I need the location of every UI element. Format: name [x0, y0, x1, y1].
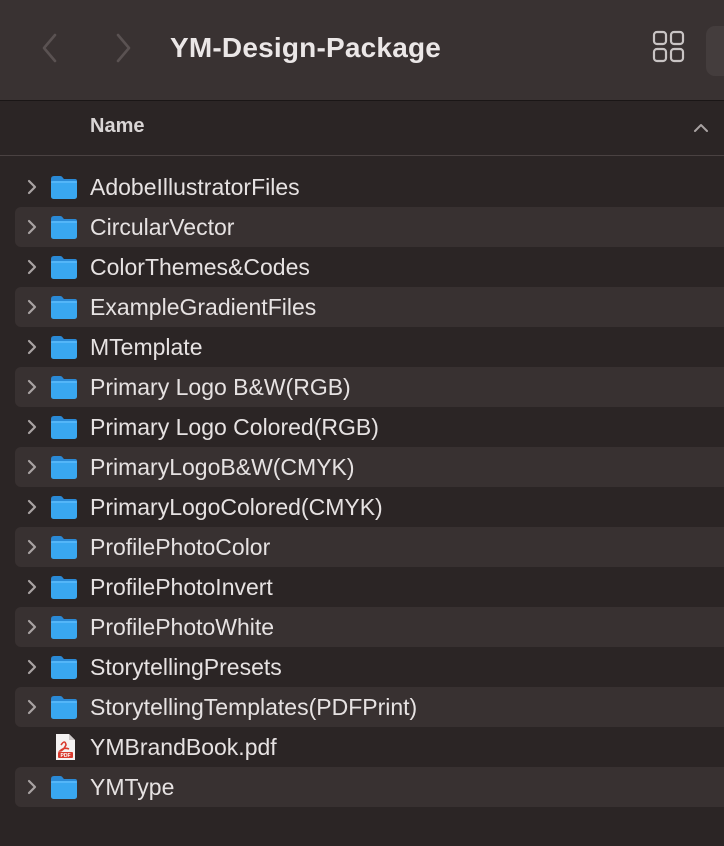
folder-name: YMType — [90, 774, 175, 800]
disclosure-chevron-icon[interactable] — [25, 177, 39, 197]
chevron-up-icon — [694, 124, 708, 132]
file-name: YMBrandBook.pdf — [90, 734, 277, 760]
folder-icon — [49, 253, 79, 281]
disclosure-chevron-icon[interactable] — [25, 417, 39, 437]
folder-icon — [49, 413, 79, 441]
finder-window: YM-Design-Package Name AdobeIllustratorF… — [0, 0, 724, 846]
folder-icon — [49, 773, 79, 801]
folder-row[interactable]: YMType — [15, 767, 724, 807]
disclosure-chevron-icon[interactable] — [25, 537, 39, 557]
file-row[interactable]: PDF YMBrandBook.pdf — [15, 727, 724, 767]
folder-name: Primary Logo B&W(RGB) — [90, 374, 351, 400]
chevron-right-icon — [116, 33, 131, 63]
folder-icon — [49, 293, 79, 321]
folder-name: PrimaryLogoColored(CMYK) — [90, 494, 383, 520]
folder-row[interactable]: ProfilePhotoInvert — [15, 567, 724, 607]
sort-ascending-button[interactable] — [692, 121, 710, 135]
disclosure-chevron-icon[interactable] — [25, 257, 39, 277]
folder-row[interactable]: PrimaryLogoColored(CMYK) — [15, 487, 724, 527]
folder-icon — [49, 213, 79, 241]
disclosure-chevron-icon[interactable] — [25, 657, 39, 677]
back-button[interactable] — [32, 28, 68, 68]
folder-row[interactable]: Primary Logo B&W(RGB) — [15, 367, 724, 407]
folder-name: PrimaryLogoB&W(CMYK) — [90, 454, 355, 480]
folder-name: ProfilePhotoColor — [90, 534, 271, 560]
folder-icon — [49, 493, 79, 521]
folder-icon — [49, 173, 79, 201]
folder-row[interactable]: PrimaryLogoB&W(CMYK) — [15, 447, 724, 487]
folder-name: ExampleGradientFiles — [90, 294, 317, 320]
pdf-icon-label: PDF — [61, 753, 71, 759]
pdf-file-icon: PDF — [49, 733, 79, 761]
folder-row[interactable]: CircularVector — [15, 207, 724, 247]
folder-row[interactable]: ColorThemes&Codes — [15, 247, 724, 287]
disclosure-chevron-icon[interactable] — [25, 577, 39, 597]
folder-name: CircularVector — [90, 214, 235, 240]
disclosure-chevron-icon[interactable] — [25, 457, 39, 477]
folder-name: AdobeIllustratorFiles — [90, 174, 300, 200]
name-column-header[interactable]: Name — [90, 115, 144, 138]
folder-row[interactable]: StorytellingPresets — [15, 647, 724, 687]
folder-icon — [49, 573, 79, 601]
view-options-button[interactable] — [652, 30, 686, 64]
folder-name: ProfilePhotoWhite — [90, 614, 275, 640]
folder-name: Primary Logo Colored(RGB) — [90, 414, 379, 440]
folder-icon — [49, 333, 79, 361]
forward-button[interactable] — [105, 28, 141, 68]
folder-row[interactable]: Primary Logo Colored(RGB) — [15, 407, 724, 447]
disclosure-chevron-icon[interactable] — [25, 297, 39, 317]
chevron-left-icon — [42, 33, 57, 63]
disclosure-chevron-icon[interactable] — [25, 217, 39, 237]
disclosure-chevron-icon[interactable] — [25, 377, 39, 397]
toolbar: YM-Design-Package — [0, 0, 724, 101]
folder-name: MTemplate — [90, 334, 203, 360]
disclosure-chevron-icon[interactable] — [25, 777, 39, 797]
folder-icon — [49, 653, 79, 681]
disclosure-chevron-icon[interactable] — [25, 617, 39, 637]
folder-icon — [49, 533, 79, 561]
folder-name: StorytellingTemplates(PDFPrint) — [90, 694, 418, 720]
folder-icon — [49, 693, 79, 721]
folder-name: ColorThemes&Codes — [90, 254, 310, 280]
folder-row[interactable]: StorytellingTemplates(PDFPrint) — [15, 687, 724, 727]
toolbar-group-button[interactable] — [706, 26, 724, 76]
folder-row[interactable]: ProfilePhotoWhite — [15, 607, 724, 647]
grid-view-icon — [652, 30, 685, 63]
folder-name: ProfilePhotoInvert — [90, 574, 273, 600]
folder-icon — [49, 373, 79, 401]
disclosure-chevron-icon[interactable] — [25, 697, 39, 717]
folder-icon — [49, 613, 79, 641]
folder-row[interactable]: ExampleGradientFiles — [15, 287, 724, 327]
folder-name: StorytellingPresets — [90, 654, 282, 680]
folder-icon — [49, 453, 79, 481]
folder-row[interactable]: MTemplate — [15, 327, 724, 367]
folder-row[interactable]: ProfilePhotoColor — [15, 527, 724, 567]
disclosure-chevron-icon[interactable] — [25, 337, 39, 357]
disclosure-chevron-icon[interactable] — [25, 497, 39, 517]
folder-row[interactable]: AdobeIllustratorFiles — [15, 167, 724, 207]
column-header: Name — [0, 101, 724, 156]
window-title: YM-Design-Package — [170, 32, 442, 63]
